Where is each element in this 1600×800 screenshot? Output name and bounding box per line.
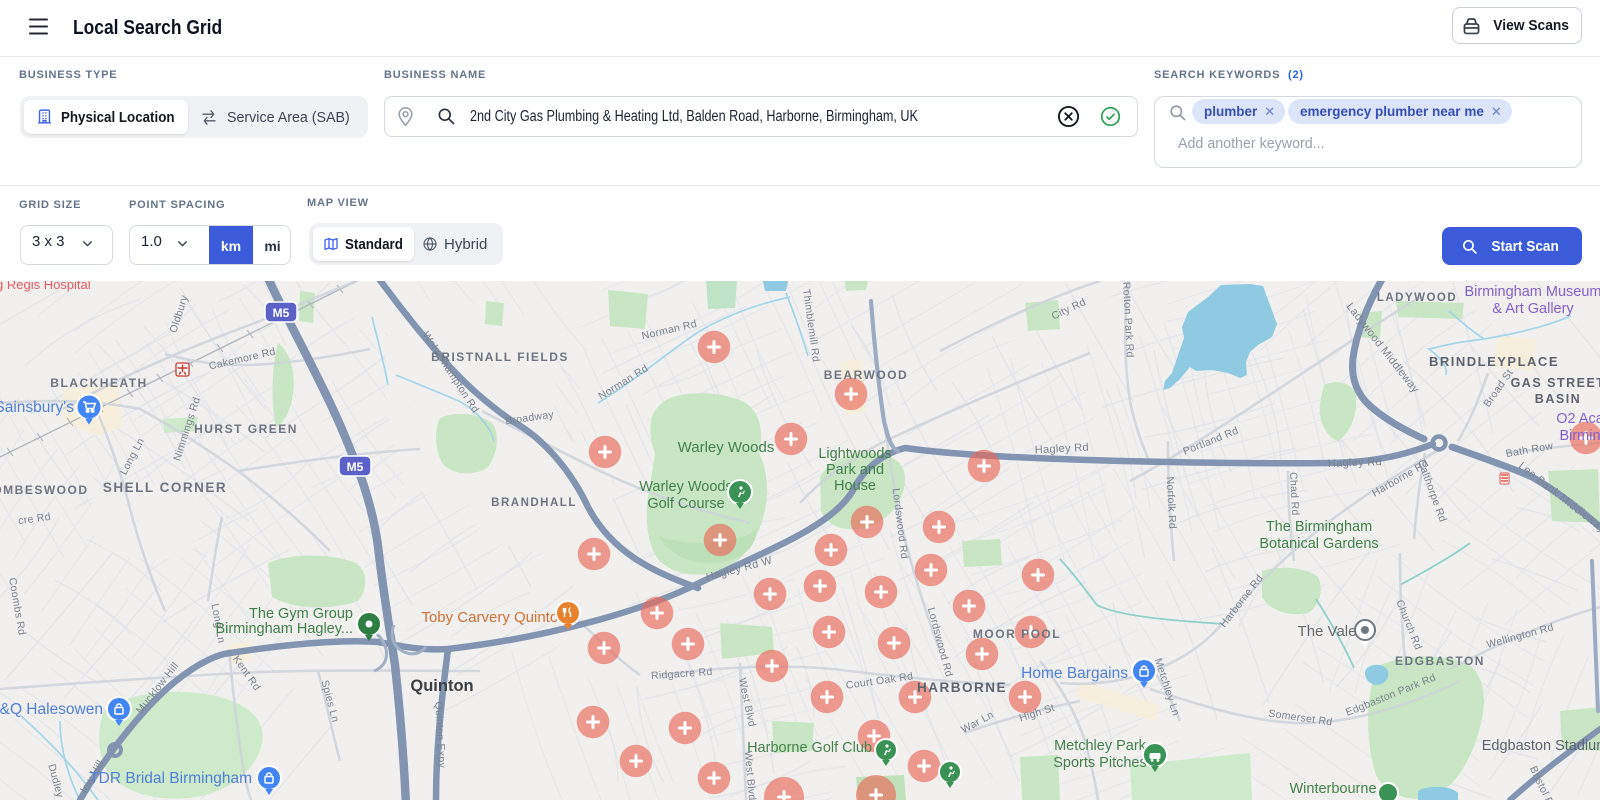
svg-text:Sainsbury's: Sainsbury's: [0, 399, 74, 416]
svg-text:Birmingham Museum: Birmingham Museum: [1465, 284, 1600, 300]
svg-text:Lightwoods: Lightwoods: [818, 446, 891, 462]
svg-text:Botanical Gardens: Botanical Gardens: [1259, 536, 1378, 552]
svg-text:Home Bargains: Home Bargains: [1021, 665, 1128, 682]
svg-text:BLACKHEATH: BLACKHEATH: [50, 376, 147, 390]
svg-text:Warley Woods: Warley Woods: [639, 479, 732, 495]
svg-text:Harborne Golf Club: Harborne Golf Club: [747, 740, 872, 756]
svg-text:& Art Gallery: & Art Gallery: [1492, 301, 1574, 317]
svg-text:O2 Aca: O2 Aca: [1556, 411, 1600, 427]
svg-text:Chad Rd: Chad Rd: [1287, 472, 1301, 516]
svg-text:The Gym Group: The Gym Group: [249, 606, 353, 622]
svg-text:The Birmingham: The Birmingham: [1266, 519, 1372, 535]
svg-text:LADYWOOD: LADYWOOD: [1377, 292, 1457, 304]
svg-text:Golf Course: Golf Course: [647, 496, 724, 512]
svg-text:The Vale: The Vale: [1298, 623, 1357, 640]
svg-text:HURST GREEN: HURST GREEN: [194, 422, 298, 436]
svg-text:M5: M5: [347, 460, 364, 474]
svg-text:TDR Bridal Birmingham: TDR Bridal Birmingham: [89, 770, 252, 787]
svg-text:Park and: Park and: [826, 462, 884, 478]
svg-text:MOOR POOL: MOOR POOL: [973, 627, 1061, 641]
svg-text:Winterbourne: Winterbourne: [1289, 781, 1376, 797]
svg-text:OOMBESWOOD: OOMBESWOOD: [0, 483, 89, 497]
svg-text:g Regis Hospital: g Regis Hospital: [0, 281, 91, 292]
svg-text:Toby Carvery Quinton: Toby Carvery Quinton: [421, 609, 566, 626]
svg-text:Quinton: Quinton: [410, 677, 473, 695]
svg-text:M5: M5: [273, 306, 290, 320]
svg-text:B&Q Halesowen: B&Q Halesowen: [0, 701, 103, 718]
svg-text:BRANDHALL: BRANDHALL: [491, 497, 577, 509]
svg-text:HARBORNE: HARBORNE: [917, 680, 1007, 695]
svg-text:BEARWOOD: BEARWOOD: [824, 368, 908, 382]
svg-text:BASIN: BASIN: [1535, 392, 1581, 406]
svg-text:Birmingham Hagley...: Birmingham Hagley...: [215, 621, 353, 637]
svg-text:Metchley Park: Metchley Park: [1054, 738, 1147, 754]
svg-text:Warley Woods: Warley Woods: [678, 439, 775, 456]
svg-text:EDGBASTON: EDGBASTON: [1395, 654, 1485, 668]
svg-text:SHELL CORNER: SHELL CORNER: [103, 480, 227, 495]
svg-text:Birmin: Birmin: [1559, 428, 1600, 444]
svg-text:Hagley Rd: Hagley Rd: [1328, 456, 1382, 470]
svg-text:GAS STREET: GAS STREET: [1511, 376, 1600, 390]
svg-text:Sports Pitches: Sports Pitches: [1053, 755, 1147, 771]
svg-text:BRINDLEYPLACE: BRINDLEYPLACE: [1429, 354, 1559, 369]
svg-text:House: House: [834, 478, 876, 494]
svg-text:Edgbaston Stadium: Edgbaston Stadium: [1482, 738, 1600, 754]
